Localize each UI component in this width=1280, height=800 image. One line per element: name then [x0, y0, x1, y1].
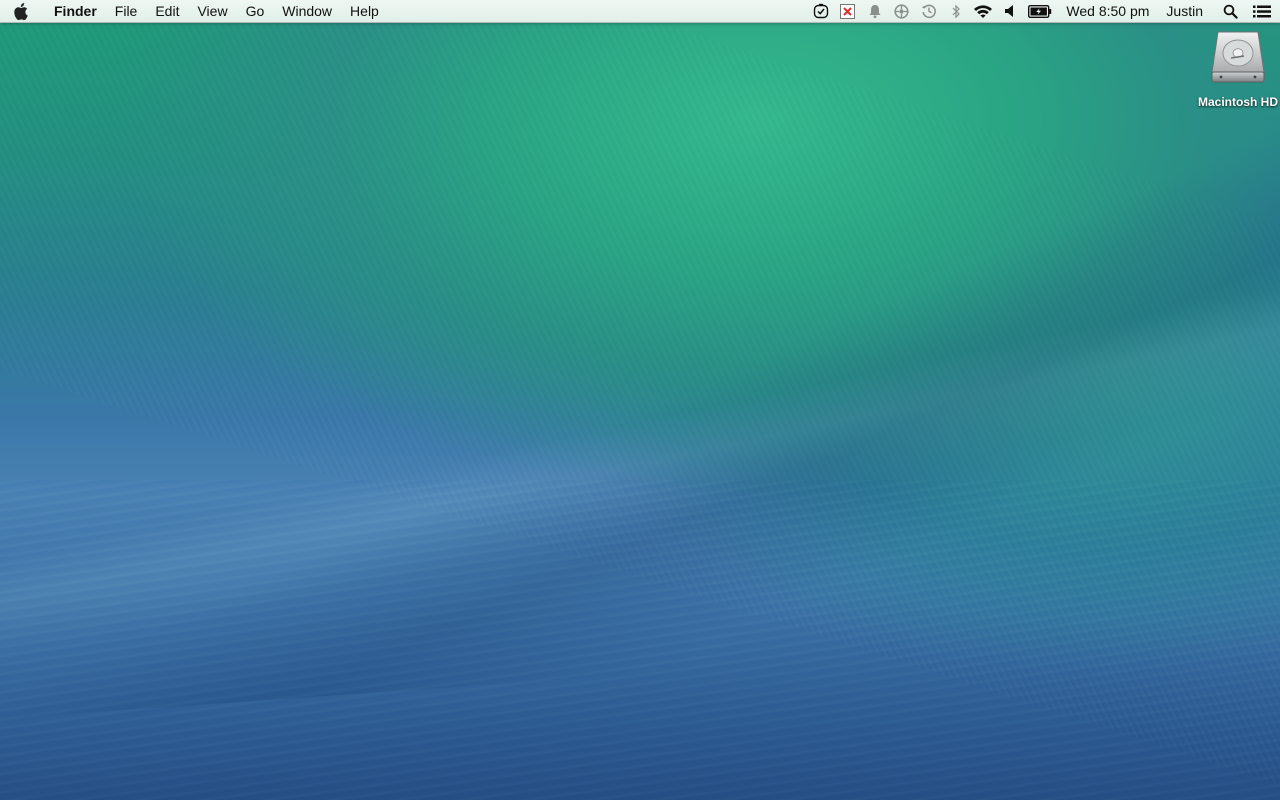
- menu-edit[interactable]: Edit: [146, 0, 188, 22]
- search-icon[interactable]: [1217, 0, 1244, 22]
- water-texture: [0, 480, 1280, 800]
- time-machine-icon[interactable]: [915, 0, 942, 22]
- time-tracker-icon[interactable]: [807, 0, 834, 22]
- wifi-icon[interactable]: [969, 0, 996, 22]
- bluetooth-icon[interactable]: [942, 0, 969, 22]
- battery-icon[interactable]: [1023, 0, 1057, 22]
- wave-texture: [0, 0, 1280, 800]
- menu-app-finder[interactable]: Finder: [40, 0, 106, 22]
- menubar-user[interactable]: Justin: [1158, 0, 1217, 22]
- desktop-wallpaper: [0, 0, 1280, 800]
- volume-icon[interactable]: [996, 0, 1023, 22]
- menu-go[interactable]: Go: [237, 0, 274, 22]
- menubar-clock[interactable]: Wed 8:50 pm: [1057, 0, 1158, 22]
- hard-drive-icon: [1208, 28, 1268, 93]
- notification-bell-icon[interactable]: [861, 0, 888, 22]
- close-app-icon[interactable]: [834, 0, 861, 22]
- desktop-icon-macintosh-hd[interactable]: Macintosh HD: [1188, 28, 1280, 118]
- menu-window[interactable]: Window: [273, 0, 341, 22]
- list-icon[interactable]: [1244, 0, 1280, 22]
- menu-file[interactable]: File: [106, 0, 147, 22]
- apple-icon[interactable]: [0, 0, 40, 22]
- sync-icon[interactable]: [888, 0, 915, 22]
- menu-bar: Finder File Edit View Go Window Help Wed…: [0, 0, 1280, 23]
- menu-view[interactable]: View: [188, 0, 236, 22]
- wave-crest: [0, 98, 1280, 722]
- menu-help[interactable]: Help: [341, 0, 388, 22]
- desktop-icon-label: Macintosh HD: [1197, 95, 1278, 109]
